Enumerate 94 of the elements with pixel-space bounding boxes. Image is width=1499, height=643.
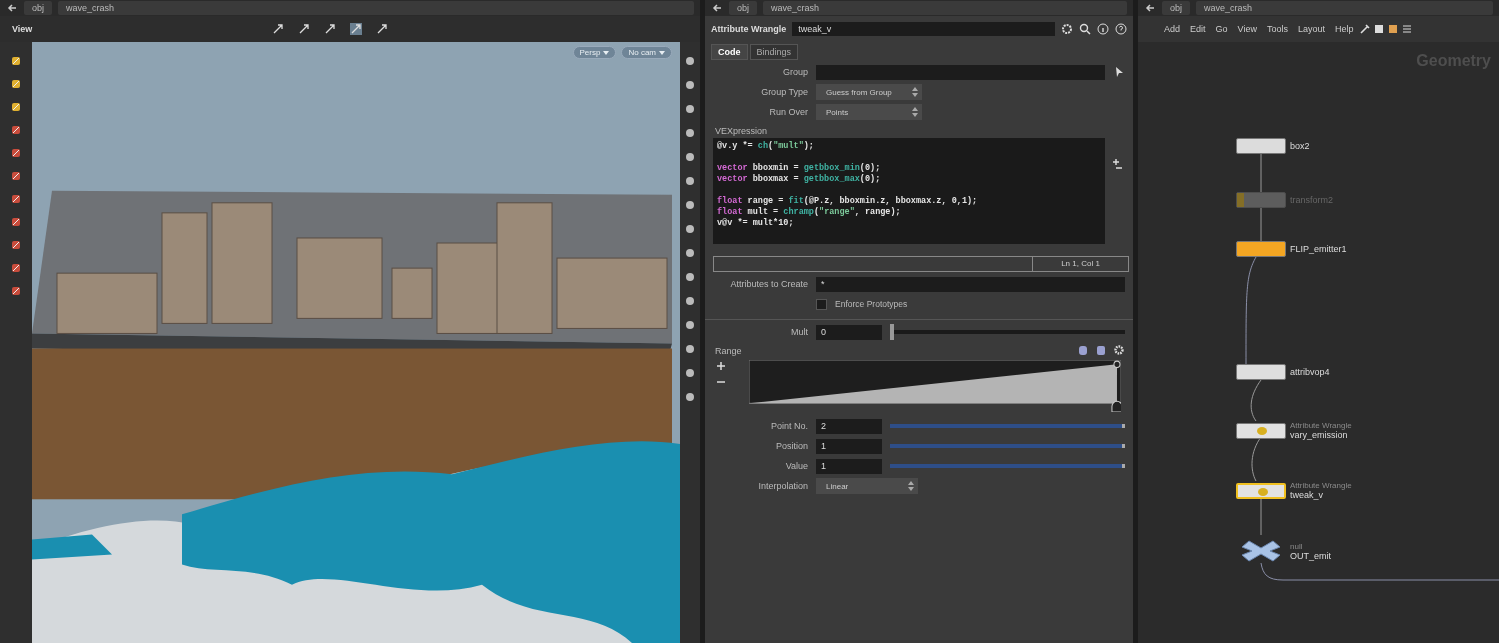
preset-icon[interactable] — [1077, 344, 1089, 356]
info-icon[interactable] — [1097, 23, 1109, 35]
node-name: box2 — [1290, 141, 1310, 151]
wire — [1260, 496, 1262, 536]
network-node[interactable] — [1236, 364, 1286, 380]
menu-item[interactable]: Tools — [1262, 22, 1292, 36]
number-field[interactable]: 1 — [816, 458, 882, 474]
ramp-drawing[interactable] — [749, 360, 1121, 412]
path-crumb[interactable]: obj — [729, 1, 757, 15]
settings-icon[interactable] — [1113, 344, 1125, 356]
network-node[interactable] — [1236, 138, 1286, 154]
slider-fill[interactable] — [890, 444, 1125, 448]
node-name: attribvop4 — [1290, 367, 1330, 377]
code-editor[interactable]: @v.y *= ch("mult"); vector bboxmin = getbbox_min(0); vector bboxmax = getbbox_max(0); float range = fit(@P.z, bboxmin.z, bboxmax.z, 0,1); float mult = chramp("range", range); v@v *= mult*10; — [713, 138, 1105, 244]
search-icon[interactable] — [1079, 23, 1091, 35]
parameter-label: Point No. — [769, 421, 808, 431]
list-icon[interactable] — [1401, 23, 1414, 35]
wrench-icon[interactable] — [1359, 23, 1372, 35]
parameter-label: Interpolation — [757, 481, 808, 491]
node-type-label: null — [1290, 541, 1304, 551]
plus-minus-icon[interactable] — [1111, 158, 1123, 170]
node-type-label: Attribute Wrangle — [1290, 481, 1352, 490]
dropdown-menu[interactable]: Guess from Group — [816, 84, 922, 100]
node-name: FLIP_emitter1 — [1290, 244, 1347, 254]
network-node[interactable] — [1236, 482, 1286, 499]
node-name: tweak_v — [1290, 490, 1325, 500]
path-crumb[interactable]: obj — [1162, 1, 1190, 15]
parameter-label: Group Type — [760, 87, 808, 97]
back-arrow-icon[interactable] — [1144, 2, 1156, 14]
wire — [1250, 379, 1262, 422]
parameter-label: Value — [784, 461, 808, 471]
code-line: v@v *= mult*10; — [717, 218, 794, 229]
section-label: Range — [714, 345, 743, 358]
dropdown-menu[interactable]: Linear — [816, 478, 918, 494]
camera-menu-button[interactable]: Persp — [572, 46, 617, 59]
path-crumb[interactable]: obj — [24, 1, 52, 15]
menu-item[interactable]: Layout — [1293, 22, 1329, 36]
wire — [1260, 153, 1262, 193]
camera-menu-button[interactable]: No cam — [621, 46, 672, 59]
node-name: OUT_emit — [1290, 550, 1331, 561]
caret-icon — [659, 51, 665, 55]
updown-arrows-icon — [908, 481, 914, 491]
tab[interactable]: Code — [711, 44, 748, 60]
viewport-title: View — [12, 24, 33, 34]
parameter-label: Position — [774, 441, 808, 451]
preset-icon[interactable] — [1095, 344, 1107, 356]
node-type-label: Attribute Wrangle — [1290, 421, 1352, 430]
updown-arrows-icon — [912, 87, 918, 97]
menu-item[interactable]: Edit — [1186, 22, 1210, 36]
number-field[interactable]: 0 — [816, 324, 882, 340]
path-crumb[interactable]: wave_crash — [763, 1, 1127, 15]
menu-item[interactable]: Add — [1160, 22, 1184, 36]
path-crumb[interactable]: wave_crash — [58, 1, 694, 15]
code-line: vector bboxmin = getbbox_min(0); — [717, 162, 881, 174]
caret-icon — [603, 51, 610, 55]
checkbox-label: Enforce Prototypes — [835, 299, 908, 309]
code-line: @v.y *= ch("mult"); — [717, 141, 814, 152]
arrow-pointer-icon[interactable] — [1113, 66, 1125, 78]
wire — [1260, 207, 1262, 242]
network-node[interactable] — [1236, 422, 1286, 439]
section-label: VEXpression — [714, 125, 769, 138]
menu-item[interactable]: View — [1233, 22, 1261, 36]
node-type-label: Attribute Wrangle — [711, 24, 787, 34]
tab[interactable]: Bindings — [749, 44, 799, 60]
group-field[interactable] — [816, 64, 1105, 80]
back-arrow-icon[interactable] — [711, 2, 723, 14]
add-key-icon[interactable] — [715, 360, 727, 372]
menu-item[interactable]: Help — [1330, 22, 1358, 36]
slider-thumb[interactable] — [890, 324, 894, 340]
cursor-position: Ln 1, Col 1 — [1032, 257, 1128, 271]
number-field[interactable]: 2 — [816, 418, 882, 434]
parameter-label: Group — [782, 67, 808, 77]
parameter-label: Mult — [790, 327, 808, 337]
slider-fill[interactable] — [890, 464, 1125, 468]
code-line: float mult = chramp("range", range); — [717, 207, 901, 218]
code-line: vector bboxmax = getbbox_max(0); — [717, 174, 881, 185]
menu-item[interactable]: Go — [1211, 22, 1232, 36]
code-line: float range = fit(@P.z, bboxmin.z, bboxmax.z, 0,1); — [717, 195, 978, 207]
help-icon[interactable] — [1115, 23, 1127, 35]
back-arrow-icon[interactable] — [6, 2, 18, 14]
node-name: vary_emission — [1290, 430, 1349, 440]
dropdown-menu[interactable]: Points — [816, 104, 922, 120]
settings-icon[interactable] — [1061, 23, 1073, 35]
parameter-label: Attributes to Create — [729, 279, 808, 289]
updown-arrows-icon — [912, 107, 918, 117]
checkbox[interactable] — [816, 298, 827, 310]
parameter-label: Run Over — [768, 107, 808, 117]
number-field[interactable]: 1 — [816, 438, 882, 454]
node-name-field[interactable]: tweak_v — [792, 22, 1055, 36]
network-node[interactable] — [1236, 241, 1286, 257]
text-field[interactable]: * — [816, 276, 1125, 292]
wire — [1251, 436, 1262, 482]
slider-fill[interactable] — [890, 424, 1125, 428]
path-crumb[interactable]: wave_crash — [1196, 1, 1493, 15]
